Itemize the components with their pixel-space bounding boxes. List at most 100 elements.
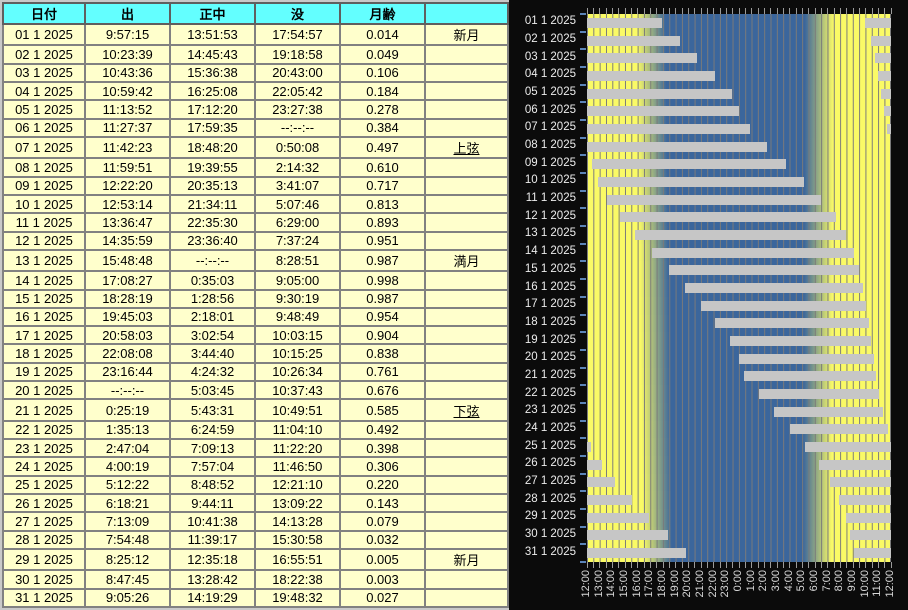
x-tick-top (738, 8, 740, 14)
moon-visibility-bar (874, 53, 891, 64)
moon-visibility-bar (881, 88, 891, 99)
age-cell: 0.005 (339, 547, 426, 572)
set-cell: 23:27:38 (254, 99, 341, 120)
set-cell: 10:37:43 (254, 380, 341, 401)
y-axis-date-label: 25 1 2025 (524, 439, 576, 452)
transit-cell: 2:18:01 (169, 306, 256, 328)
moon-visibility-bar (587, 548, 686, 559)
rise-cell: 23:16:44 (84, 361, 171, 383)
x-tick-bottom (605, 562, 607, 568)
set-cell: 12:21:10 (254, 474, 341, 496)
transit-cell: 5:43:31 (169, 398, 256, 422)
moon-visibility-bar (587, 495, 632, 506)
y-axis-date-label: 28 1 2025 (524, 492, 576, 505)
age-cell: 0.049 (339, 44, 426, 65)
age-cell: 0.497 (339, 135, 426, 160)
x-tick-bottom (808, 562, 810, 568)
moon-visibility-bar (587, 17, 662, 28)
transit-cell: 14:45:43 (169, 44, 256, 65)
transit-cell: 18:48:20 (169, 135, 256, 160)
column-header-phase (424, 2, 509, 25)
table-row: 06 1 2025 11:27:37 17:59:35 --:--:-- 0.384 (2, 117, 509, 138)
x-tick-top (694, 8, 696, 14)
rise-cell: 12:53:14 (84, 193, 171, 215)
table-row: 22 1 2025 1:35:13 6:24:59 11:04:10 0.492 (2, 419, 509, 441)
rise-cell: 18:28:19 (84, 288, 171, 309)
date-cell: 12 1 2025 (2, 230, 86, 251)
x-tick-bottom (820, 562, 822, 568)
x-axis-time-label: 5:00 (795, 570, 808, 592)
age-cell: 0.951 (339, 230, 426, 251)
moon-visibility-bar (652, 247, 855, 258)
rise-cell: 14:35:59 (84, 230, 171, 251)
set-cell: 7:37:24 (254, 230, 341, 251)
x-tick-bottom (846, 562, 848, 568)
rise-cell: 2:47:04 (84, 438, 171, 459)
phase-cell (424, 456, 509, 477)
moon-visibility-bar (729, 336, 872, 347)
rise-cell: 22:08:08 (84, 343, 171, 364)
transit-cell: 9:44:11 (169, 492, 256, 514)
x-tick-top (687, 8, 689, 14)
phase-cell (424, 569, 509, 590)
y-axis-date-label: 05 1 2025 (524, 86, 576, 99)
x-tick-bottom (744, 562, 746, 568)
age-cell: 0.761 (339, 361, 426, 383)
y-axis-date-label: 16 1 2025 (524, 280, 576, 293)
transit-cell: 15:36:38 (169, 62, 256, 84)
rise-cell: 12:22:20 (84, 175, 171, 196)
set-cell: 9:48:49 (254, 306, 341, 328)
rise-cell: 19:45:03 (84, 306, 171, 328)
phase-cell (424, 361, 509, 383)
table-row: 20 1 2025 --:--:-- 5:03:45 10:37:43 0.676 (2, 380, 509, 401)
x-tick-bottom (630, 562, 632, 568)
phase-cell (424, 99, 509, 120)
age-cell: 0.585 (339, 398, 426, 422)
transit-cell: 10:41:38 (169, 511, 256, 532)
set-cell: 19:18:58 (254, 44, 341, 65)
x-tick-bottom (592, 562, 594, 568)
rise-cell: 15:48:48 (84, 248, 171, 273)
moon-ephemeris-table: 日付出正中没月齢 01 1 2025 9:57:15 13:51:53 17:54:5… (2, 2, 509, 609)
set-cell: 14:13:28 (254, 511, 341, 532)
transit-cell: 4:24:32 (169, 361, 256, 383)
y-tick (580, 207, 586, 210)
rise-cell: 1:35:13 (84, 419, 171, 441)
x-tick-bottom (713, 562, 715, 568)
age-cell: 0.032 (339, 529, 426, 550)
phase-cell: 新月 (424, 22, 509, 47)
phase-cell (424, 343, 509, 364)
table-row: 16 1 2025 19:45:03 2:18:01 9:48:49 0.954 (2, 306, 509, 328)
table-row: 19 1 2025 23:16:44 4:24:32 10:26:34 0.761 (2, 361, 509, 383)
moon-visibility-bar (804, 442, 891, 453)
y-axis-date-label: 21 1 2025 (524, 368, 576, 381)
y-axis-date-label: 09 1 2025 (524, 156, 576, 169)
rise-cell: 10:43:36 (84, 62, 171, 84)
x-tick-top (871, 8, 873, 14)
x-tick-top (890, 8, 892, 14)
y-axis-date-label: 14 1 2025 (524, 245, 576, 258)
set-cell: 11:04:10 (254, 419, 341, 441)
set-cell: 10:15:25 (254, 343, 341, 364)
moon-visibility-bar (870, 35, 891, 46)
transit-cell: 8:48:52 (169, 474, 256, 496)
table-row: 01 1 2025 9:57:15 13:51:53 17:54:57 0.014 新月 (2, 22, 509, 47)
moon-visibility-bar (587, 459, 602, 470)
phase-label: 下弦 (453, 403, 480, 419)
age-cell: 0.398 (339, 438, 426, 459)
moon-visibility-bar (830, 477, 891, 488)
rise-cell: 7:54:48 (84, 529, 171, 550)
x-tick-top (827, 8, 829, 14)
transit-cell: 19:39:55 (169, 157, 256, 178)
x-axis-time-label: 9:00 (846, 570, 858, 592)
x-tick-top (770, 8, 772, 14)
date-cell: 05 1 2025 (2, 99, 86, 120)
x-tick-top (776, 8, 778, 14)
x-tick-top (618, 8, 620, 14)
moon-visibility-bar (850, 530, 891, 541)
table-row: 15 1 2025 18:28:19 1:28:56 9:30:19 0.987 (2, 288, 509, 309)
x-tick-top (833, 8, 835, 14)
age-cell: 0.904 (339, 325, 426, 346)
moon-visibility-bar (789, 424, 889, 435)
y-axis-date-label: 01 1 2025 (524, 15, 576, 28)
